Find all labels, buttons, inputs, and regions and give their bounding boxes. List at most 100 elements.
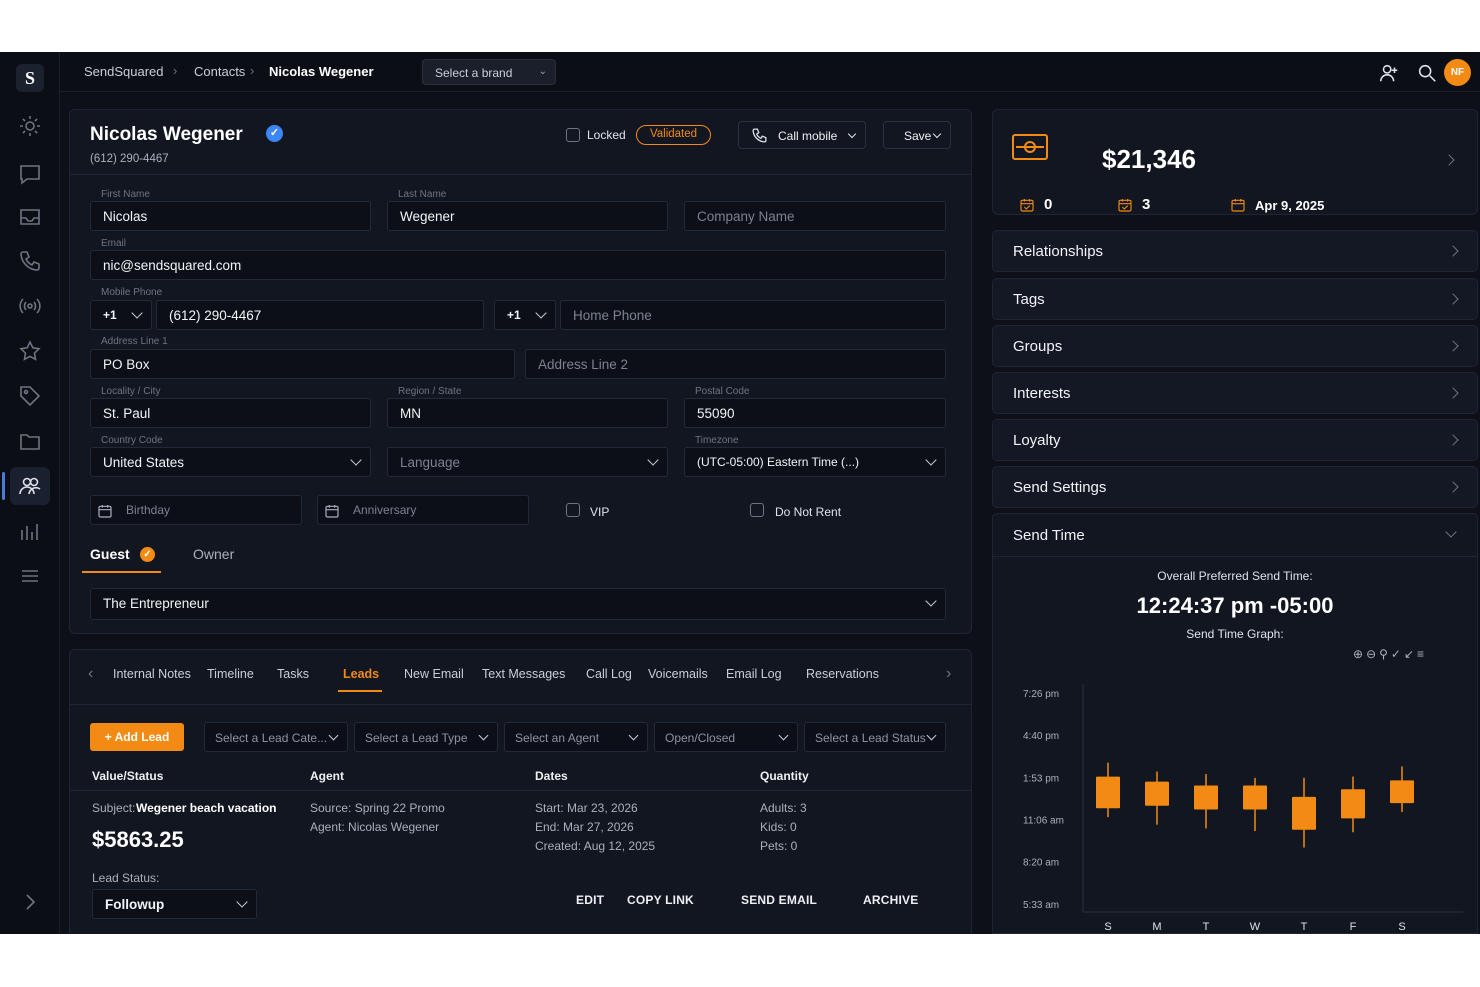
mobile-phone-field[interactable]: (612) 290-4467 (156, 300, 484, 330)
tab-text-messages[interactable]: Text Messages (482, 667, 565, 681)
call-mobile-button[interactable]: Call mobile (738, 121, 866, 149)
chevron-down-icon (535, 307, 547, 319)
panel-send-settings[interactable]: Send Settings (992, 466, 1478, 508)
search-icon[interactable]: ⚲ (1379, 647, 1391, 661)
home-phone-field[interactable]: Home Phone (560, 300, 946, 330)
chevron-left-icon[interactable]: ‹ (88, 665, 93, 683)
archive-button[interactable]: ARCHIVE (863, 893, 918, 907)
locked-checkbox[interactable] (566, 128, 580, 142)
agent-select[interactable]: Select an Agent (504, 722, 648, 752)
chevron-down-icon: ⌄ (538, 66, 547, 77)
tab-guest[interactable]: Guest (90, 546, 130, 562)
chevron-right-icon[interactable] (1443, 154, 1455, 166)
column-header: Dates (535, 769, 568, 783)
copy-link-button[interactable]: COPY LINK (627, 893, 694, 907)
panel-tags[interactable]: Tags (992, 278, 1478, 320)
edit-button[interactable]: EDIT (576, 893, 604, 907)
tab-tasks[interactable]: Tasks (277, 667, 309, 681)
tab-timeline[interactable]: Timeline (207, 667, 254, 681)
check-icon[interactable]: ✓ (1391, 647, 1404, 661)
region-field[interactable]: MN (387, 398, 668, 428)
zoom-in-icon[interactable]: ⊕ (1353, 647, 1366, 661)
tab-reservations[interactable]: Reservations (806, 667, 879, 681)
avatar[interactable]: NF (1444, 59, 1471, 86)
tab-voicemails[interactable]: Voicemails (648, 667, 708, 681)
sun-icon[interactable] (18, 114, 42, 138)
chevron-down-icon[interactable] (1445, 526, 1457, 538)
email-field[interactable]: nic@sendsquared.com (90, 250, 946, 280)
tab-call-log[interactable]: Call Log (586, 667, 632, 681)
panel-groups[interactable]: Groups (992, 325, 1478, 367)
tab-email-log[interactable]: Email Log (726, 667, 782, 681)
tab-internal-notes[interactable]: Internal Notes (113, 667, 191, 681)
last-name-field[interactable]: Wegener (387, 201, 668, 231)
postal-label: Postal Code (695, 386, 750, 397)
menu-icon[interactable]: ≡ (1417, 647, 1427, 661)
lead-status-select[interactable]: Select a Lead Status (804, 722, 946, 752)
birthday-field[interactable]: Birthday (90, 495, 302, 525)
pan-icon[interactable]: ↙ (1404, 647, 1417, 661)
panel-title: Interests (1013, 385, 1071, 402)
lead-category-select[interactable]: Select a Lead Cate... (204, 722, 348, 752)
broadcast-icon[interactable] (18, 294, 42, 318)
activity-card: ‹ Internal Notes Timeline Tasks Leads Ne… (69, 649, 972, 934)
company-field[interactable]: Company Name (684, 201, 946, 231)
brand-select[interactable]: Select a brand ⌄ (422, 59, 556, 85)
breadcrumb-contacts[interactable]: Contacts (194, 64, 245, 79)
lead-status-select[interactable]: Followup (92, 889, 257, 919)
last-name-label: Last Name (398, 189, 447, 200)
anniversary-field[interactable]: Anniversary (317, 495, 529, 525)
send-email-button[interactable]: SEND EMAIL (741, 893, 817, 907)
expand-icon[interactable] (18, 890, 42, 914)
do-not-rent-checkbox[interactable] (750, 503, 764, 517)
search-icon[interactable] (1416, 62, 1438, 84)
first-name-field[interactable]: Nicolas (90, 201, 371, 231)
mobile-country-code[interactable]: +1 (90, 300, 152, 330)
language-select[interactable]: Language (387, 447, 668, 477)
chevron-right-icon (1447, 434, 1459, 446)
tab-leads[interactable]: Leads (343, 667, 379, 681)
x-tick-label: S (1398, 921, 1405, 933)
folder-icon[interactable] (18, 430, 42, 454)
x-tick-label: T (1203, 921, 1210, 933)
chevron-down-icon (925, 595, 937, 607)
phone-icon[interactable] (18, 249, 42, 273)
open-closed-select[interactable]: Open/Closed (654, 722, 798, 752)
tab-owner[interactable]: Owner (193, 546, 234, 562)
inbox-icon[interactable] (18, 205, 42, 229)
call-mobile-label: Call mobile (778, 129, 838, 143)
address1-field[interactable]: PO Box (90, 349, 515, 379)
app-logo[interactable]: S (16, 64, 44, 92)
lead-type-select[interactable]: Select a Lead Type (354, 722, 498, 752)
breadcrumb-root[interactable]: SendSquared (84, 64, 164, 79)
chevron-right-icon[interactable]: › (946, 665, 951, 683)
chat-icon[interactable] (18, 162, 42, 186)
country-select[interactable]: United States (90, 447, 371, 477)
panel-interests[interactable]: Interests (992, 372, 1478, 414)
candle-body (1096, 776, 1120, 809)
timezone-select[interactable]: (UTC-05:00) Eastern Time (...) (684, 447, 946, 477)
persona-select[interactable]: The Entrepreneur (90, 588, 946, 620)
menu-icon[interactable] (18, 564, 42, 588)
column-header: Agent (310, 769, 344, 783)
chart-toolbar[interactable]: ⊕⊖⚲✓↙≡ (1353, 647, 1427, 661)
lead-start: Start: Mar 23, 2026 (535, 801, 638, 815)
add-user-icon[interactable] (1378, 62, 1400, 84)
save-button[interactable]: Save (883, 121, 951, 149)
panel-title[interactable]: Send Time (1013, 527, 1085, 544)
tag-icon[interactable] (18, 384, 42, 408)
vip-checkbox[interactable] (566, 503, 580, 517)
postal-field[interactable]: 55090 (684, 398, 946, 428)
address2-field[interactable]: Address Line 2 (525, 349, 946, 379)
panel-relationships[interactable]: Relationships (992, 230, 1478, 272)
zoom-out-icon[interactable]: ⊖ (1366, 647, 1379, 661)
tab-new-email[interactable]: New Email (404, 667, 464, 681)
home-country-code[interactable]: +1 (494, 300, 556, 330)
analytics-icon[interactable] (18, 520, 42, 544)
city-field[interactable]: St. Paul (90, 398, 371, 428)
add-lead-button[interactable]: + Add Lead (90, 723, 184, 751)
contacts-icon[interactable] (10, 467, 50, 505)
star-icon[interactable] (18, 339, 42, 363)
lead-status-label: Lead Status: (92, 871, 160, 885)
panel-loyalty[interactable]: Loyalty (992, 419, 1478, 461)
